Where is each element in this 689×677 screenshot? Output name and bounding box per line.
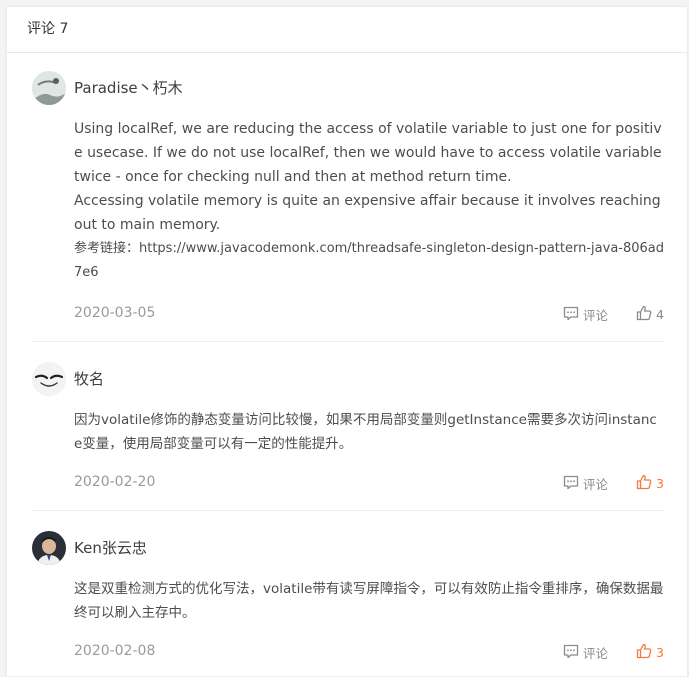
- like-button[interactable]: 3: [636, 474, 664, 493]
- comment-bubble-icon: [563, 475, 579, 493]
- reply-button[interactable]: 评论: [563, 305, 608, 324]
- avatar[interactable]: [32, 531, 66, 565]
- comment-paragraph: 这是双重检测方式的优化写法，volatile带有读写屏障指令，可以有效防止指令重…: [74, 581, 664, 621]
- reply-button[interactable]: 评论: [563, 474, 608, 493]
- like-count: 3: [656, 476, 664, 491]
- comment-item: Paradise丶朽木 Using localRef, we are reduc…: [32, 71, 664, 285]
- comment-bubble-icon: [563, 306, 579, 324]
- reply-label: 评论: [582, 308, 608, 323]
- comment-meta: 2020-02-20 评论 3: [74, 474, 664, 494]
- reply-label: 评论: [582, 477, 608, 492]
- reply-label: 评论: [582, 646, 608, 661]
- comment-date: 2020-03-05: [74, 305, 156, 321]
- divider: [32, 341, 664, 342]
- comments-header: 评论 7: [7, 7, 687, 53]
- comment-content: 这是双重检测方式的优化写法，volatile带有读写屏障指令，可以有效防止指令重…: [74, 577, 664, 625]
- user-name[interactable]: 牧名: [74, 368, 104, 389]
- user-name[interactable]: Ken张云忠: [74, 537, 147, 558]
- thumbs-up-icon: [636, 643, 652, 662]
- thumbs-up-icon: [636, 474, 652, 493]
- avatar[interactable]: [32, 362, 66, 396]
- comment-item: Ken张云忠 这是双重检测方式的优化写法，volatile带有读写屏障指令，可以…: [32, 531, 664, 625]
- like-button[interactable]: 4: [636, 305, 664, 324]
- comment-meta: 2020-03-05 评论 4: [74, 305, 664, 325]
- divider: [32, 510, 664, 511]
- avatar[interactable]: [32, 71, 66, 105]
- comments-panel: 评论 7 Paradise丶朽木 Using localRef, we are …: [6, 6, 688, 677]
- comment-paragraph: 因为volatile修饰的静态变量访问比较慢，如果不用局部变量则getInsta…: [74, 412, 657, 452]
- comment-item: 牧名 因为volatile修饰的静态变量访问比较慢，如果不用局部变量则getIn…: [32, 362, 664, 456]
- reference-link[interactable]: 参考链接：https://www.javacodemonk.com/thread…: [74, 237, 664, 285]
- comment-bubble-icon: [563, 644, 579, 662]
- comment-date: 2020-02-08: [74, 643, 156, 659]
- like-count: 3: [656, 645, 664, 660]
- like-button[interactable]: 3: [636, 643, 664, 662]
- reply-button[interactable]: 评论: [563, 643, 608, 662]
- comment-content: Using localRef, we are reducing the acce…: [74, 117, 664, 285]
- comment-paragraph: Accessing volatile memory is quite an ex…: [74, 193, 661, 233]
- like-count: 4: [656, 307, 664, 322]
- comment-date: 2020-02-20: [74, 474, 156, 490]
- comment-paragraph: Using localRef, we are reducing the acce…: [74, 121, 662, 185]
- comment-content: 因为volatile修饰的静态变量访问比较慢，如果不用局部变量则getInsta…: [74, 408, 664, 456]
- comment-meta: 2020-02-08 评论 3: [74, 643, 664, 663]
- thumbs-up-icon: [636, 305, 652, 324]
- user-name[interactable]: Paradise丶朽木: [74, 77, 183, 98]
